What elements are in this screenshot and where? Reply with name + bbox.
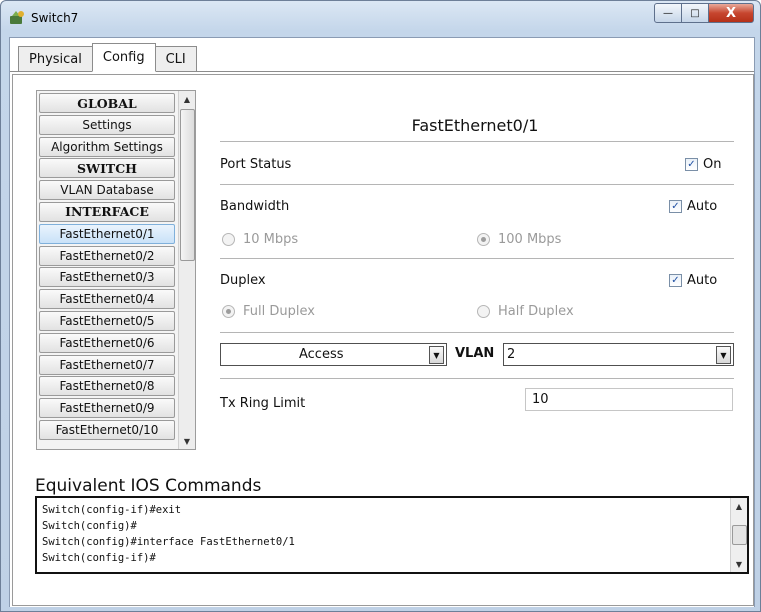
sidebar-item-fastethernet0-7[interactable]: FastEthernet0/7	[39, 354, 175, 375]
chevron-down-icon[interactable]: ▼	[429, 346, 444, 364]
sidebar-item-algorithm-settings[interactable]: Algorithm Settings	[39, 136, 175, 157]
duplex-auto-checkbox[interactable]: ✓ Auto	[669, 273, 717, 288]
scroll-up-icon[interactable]: ▲	[179, 91, 195, 107]
tx-ring-limit-input[interactable]: 10	[525, 388, 733, 411]
sidebar-item-fastethernet0-5[interactable]: FastEthernet0/5	[39, 310, 175, 331]
radio-icon	[222, 233, 235, 246]
scroll-down-icon[interactable]: ▼	[731, 556, 747, 572]
maximize-button[interactable]: □	[681, 3, 709, 23]
close-icon: X	[725, 5, 737, 21]
minimize-icon: —	[663, 7, 673, 19]
bandwidth-auto-label: Auto	[687, 199, 718, 214]
sidebar-item-fastethernet0-10[interactable]: FastEthernet0/10	[39, 419, 175, 440]
sidebar-scrollbar[interactable]: ▲ ▼	[178, 91, 195, 449]
ios-commands-title: Equivalent IOS Commands	[35, 476, 262, 496]
radio-selected-icon	[222, 305, 235, 318]
sidebar-header-global: GLOBAL	[39, 93, 175, 113]
title-bar[interactable]: Switch7 — □ X	[1, 1, 760, 35]
app-window: Switch7 — □ X Physical Config CLI GLOBAL…	[0, 0, 761, 612]
sidebar-item-fastethernet0-3[interactable]: FastEthernet0/3	[39, 267, 175, 288]
bandwidth-label: Bandwidth	[220, 199, 290, 214]
tab-config[interactable]: Config	[91, 43, 156, 72]
full-duplex-radio[interactable]: Full Duplex	[222, 304, 315, 319]
bandwidth-100-label: 100 Mbps	[498, 232, 562, 247]
sidebar-item-fastethernet0-9[interactable]: FastEthernet0/9	[39, 398, 175, 419]
sidebar-list: GLOBAL Settings Algorithm Settings SWITC…	[39, 92, 175, 442]
sidebar-item-fastethernet0-4[interactable]: FastEthernet0/4	[39, 289, 175, 310]
scroll-down-icon[interactable]: ▼	[179, 433, 195, 449]
ios-commands-console[interactable]: Switch(config-if)#exit Switch(config)# S…	[35, 496, 749, 574]
half-duplex-label: Half Duplex	[498, 304, 574, 319]
duplex-auto-label: Auto	[687, 273, 718, 288]
bandwidth-10-label: 10 Mbps	[243, 232, 299, 247]
tab-bar: Physical Config CLI	[18, 43, 197, 72]
bandwidth-10-radio[interactable]: 10 Mbps	[222, 232, 298, 247]
sidebar-header-interface: INTERFACE	[39, 201, 175, 222]
tab-physical[interactable]: Physical	[18, 46, 93, 71]
bandwidth-100-radio[interactable]: 100 Mbps	[477, 232, 561, 247]
sidebar-item-settings[interactable]: Settings	[39, 114, 175, 135]
maximize-icon: □	[690, 7, 700, 19]
divider	[220, 141, 734, 142]
tx-ring-limit-label: Tx Ring Limit	[220, 396, 306, 411]
sidebar-item-fastethernet0-1[interactable]: FastEthernet0/1	[39, 223, 175, 244]
tab-cli[interactable]: CLI	[154, 46, 197, 71]
ios-scroll-thumb[interactable]	[732, 525, 747, 545]
duplex-label: Duplex	[220, 273, 266, 288]
sidebar-item-vlan-database[interactable]: VLAN Database	[39, 180, 175, 201]
minimize-button[interactable]: —	[654, 3, 682, 23]
ios-commands-text: Switch(config-if)#exit Switch(config)# S…	[42, 504, 295, 564]
checkmark-icon: ✓	[669, 200, 682, 213]
interface-title: FastEthernet0/1	[411, 116, 539, 135]
port-mode-select[interactable]: Access ▼	[220, 343, 447, 366]
switch-app-icon	[10, 11, 24, 24]
sidebar-header-switch: SWITCH	[39, 158, 175, 179]
port-mode-value: Access	[299, 347, 344, 362]
close-button[interactable]: X	[708, 3, 754, 23]
radio-icon	[477, 305, 490, 318]
port-status-label: Port Status	[220, 157, 292, 172]
sidebar-item-fastethernet0-2[interactable]: FastEthernet0/2	[39, 245, 175, 266]
sidebar-item-fastethernet0-6[interactable]: FastEthernet0/6	[39, 332, 175, 353]
window-title: Switch7	[31, 11, 79, 25]
divider	[220, 184, 734, 185]
half-duplex-radio[interactable]: Half Duplex	[477, 304, 574, 319]
radio-selected-icon	[477, 233, 490, 246]
scroll-up-icon[interactable]: ▲	[731, 498, 747, 514]
chevron-down-icon[interactable]: ▼	[716, 346, 731, 364]
divider	[220, 378, 734, 379]
divider	[220, 332, 734, 333]
sidebar-scroll-thumb[interactable]	[180, 109, 195, 261]
sidebar: GLOBAL Settings Algorithm Settings SWITC…	[36, 90, 196, 450]
full-duplex-label: Full Duplex	[243, 304, 315, 319]
port-status-checkbox[interactable]: ✓ On	[685, 157, 721, 172]
sidebar-item-fastethernet0-8[interactable]: FastEthernet0/8	[39, 376, 175, 397]
bandwidth-auto-checkbox[interactable]: ✓ Auto	[669, 199, 717, 214]
vlan-label: VLAN	[455, 346, 495, 361]
vlan-select[interactable]: 2 ▼	[503, 343, 734, 366]
vlan-value: 2	[507, 347, 516, 362]
checkmark-icon: ✓	[685, 158, 698, 171]
ios-scrollbar[interactable]: ▲ ▼	[730, 498, 747, 572]
port-status-on-label: On	[703, 157, 722, 172]
checkmark-icon: ✓	[669, 274, 682, 287]
client-area: Physical Config CLI GLOBAL Settings Algo…	[9, 37, 755, 607]
divider	[220, 258, 734, 259]
